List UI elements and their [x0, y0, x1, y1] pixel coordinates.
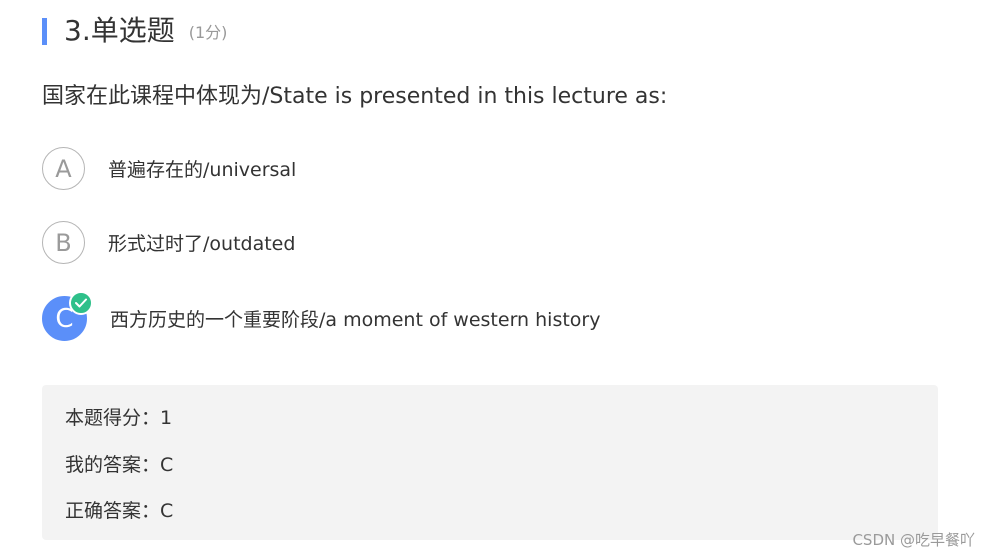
my-answer-line: 我的答案：C	[65, 454, 174, 476]
question-score: (1分)	[188, 23, 228, 42]
option-a-letter[interactable]: A	[42, 147, 85, 190]
option-b-text: 形式过时了/outdated	[108, 233, 296, 255]
option-c-letter[interactable]: C	[42, 291, 93, 341]
question-header: 3.单选题 (1分)	[42, 14, 227, 48]
option-c[interactable]: C 西方历史的一个重要阶段/a moment of western histor…	[42, 291, 601, 341]
option-a-text: 普遍存在的/universal	[108, 159, 297, 181]
question-type-title: 3.单选题	[64, 14, 175, 47]
option-b[interactable]: B 形式过时了/outdated	[42, 221, 295, 264]
question-text: 国家在此课程中体现为/State is presented in this le…	[42, 84, 668, 109]
option-a[interactable]: A 普遍存在的/universal	[42, 147, 296, 190]
option-c-text: 西方历史的一个重要阶段/a moment of western history	[110, 309, 601, 331]
option-b-letter[interactable]: B	[42, 221, 85, 264]
score-line: 本题得分：1	[65, 407, 173, 429]
result-panel: 本题得分：1 我的答案：C 正确答案：C	[42, 385, 938, 540]
header-accent-bar	[42, 17, 47, 45]
watermark: CSDN @吃早餐吖	[852, 531, 975, 549]
correct-answer-line: 正确答案：C	[65, 500, 174, 522]
check-circle-icon	[69, 291, 93, 315]
